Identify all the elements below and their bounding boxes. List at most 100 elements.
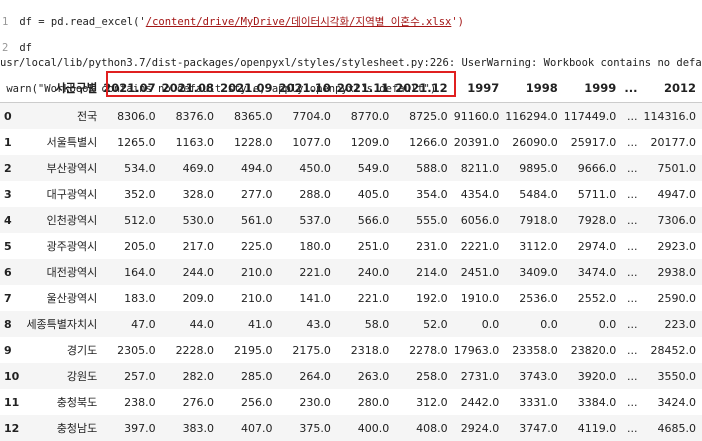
table-cell: 450.0: [278, 155, 337, 181]
table-cell: 352.0: [124, 187, 156, 201]
table-cell: 0.0: [453, 311, 506, 337]
table-cell: 0.0: [563, 311, 623, 337]
table-cell: 277.0: [240, 187, 273, 201]
table-cell: 285.0: [220, 363, 279, 389]
region-cell: 부산광역시: [25, 155, 104, 181]
table-row: 6 대전광역시 164.0 244.0 210.0 221.0 240.0 214.0 2451…: [0, 259, 702, 285]
file-path-link[interactable]: /content/drive/MyDrive/데이터시각화/지역별 이혼수.xl…: [146, 16, 452, 28]
column-header: 1997: [453, 74, 506, 103]
table-cell: 8725.0: [395, 102, 454, 129]
table-cell: 2195.0: [233, 343, 273, 357]
table-cell: 251.0: [357, 239, 390, 253]
table-cell: 1266.0: [409, 135, 448, 149]
table-cell: 530.0: [161, 207, 221, 233]
row-index: 1: [4, 135, 12, 149]
table-cell: 9895.0: [505, 155, 564, 181]
table-cell: 2305.0: [117, 343, 156, 357]
region-cell: 서울특별시: [46, 136, 98, 149]
table-cell: ...: [622, 102, 644, 129]
table-cell: 257.0: [103, 363, 162, 389]
table-cell: 2175.0: [292, 343, 331, 357]
table-cell: 383.0: [161, 415, 221, 441]
table-cell: 192.0: [416, 291, 448, 305]
table-cell: 6056.0: [453, 207, 506, 233]
table-row: 5 광주광역시 205.0 217.0 225.0 180.0 251.0 231.0 2221…: [0, 233, 702, 259]
column-header: 1998: [505, 74, 564, 103]
table-cell: 1265.0: [117, 135, 156, 149]
table-cell: 2974.0: [577, 239, 617, 253]
table-cell: ...: [626, 239, 638, 253]
table-cell: 244.0: [161, 259, 221, 285]
table-cell: 1163.0: [175, 135, 215, 149]
code-cell[interactable]: 1 df = pd.read_excel('/content/drive/MyD…: [0, 0, 702, 54]
table-cell: 210.0: [240, 291, 273, 305]
row-index: 4: [0, 207, 26, 233]
table-cell: 214.0: [395, 259, 454, 285]
table-cell: 2451.0: [453, 259, 506, 285]
region-cell: 대전광역시: [25, 259, 104, 285]
warning-line-1: usr/local/lib/python3.7/dist-packages/op…: [0, 57, 702, 69]
table-cell: ...: [626, 395, 638, 409]
table-cell: 238.0: [124, 395, 156, 409]
table-cell: 20391.0: [453, 135, 500, 149]
table-cell: 58.0: [336, 311, 396, 337]
table-cell: 4685.0: [643, 415, 702, 441]
table-cell: ...: [626, 135, 638, 149]
table-cell: 20177.0: [650, 135, 697, 149]
table-cell: ...: [626, 187, 638, 201]
table-cell: 5484.0: [519, 187, 558, 201]
table-cell: 3920.0: [563, 363, 623, 389]
table-row: 3 대구광역시 352.0 328.0 277.0 288.0 405.0 354.0 4354…: [0, 181, 702, 207]
table-cell: 512.0: [103, 207, 162, 233]
table-cell: 164.0: [103, 259, 162, 285]
code-text: '): [451, 16, 464, 28]
table-cell: 588.0: [395, 155, 454, 181]
table-row: 9 경기도 2305.0 2228.0 2195.0 2175.0 2318.0 2278.0…: [0, 337, 702, 363]
table-cell: ...: [626, 343, 638, 357]
column-header: 1999: [563, 74, 623, 103]
table-cell: 116294.0: [505, 102, 564, 129]
table-cell: 4947.0: [657, 187, 697, 201]
table-cell: ...: [622, 415, 644, 441]
table-row: 4 인천광역시 512.0 530.0 561.0 537.0 566.0 555.0 6056…: [0, 207, 702, 233]
table-cell: 23358.0: [512, 343, 558, 357]
table-cell: 2924.0: [453, 415, 506, 441]
region-cell: 대구광역시: [46, 188, 98, 201]
table-cell: ...: [626, 291, 638, 305]
table-cell: 256.0: [240, 395, 273, 409]
table-cell: 231.0: [416, 239, 448, 253]
table-cell: 566.0: [336, 207, 396, 233]
table-cell: 555.0: [395, 207, 454, 233]
table-cell: 2228.0: [175, 343, 215, 357]
table-cell: 276.0: [182, 395, 215, 409]
region-cell: 인천광역시: [25, 207, 104, 233]
row-index: 5: [4, 239, 12, 253]
table-cell: 2923.0: [657, 239, 697, 253]
table-cell: 494.0: [220, 155, 279, 181]
table-cell: 405.0: [357, 187, 390, 201]
table-cell: 7306.0: [643, 207, 702, 233]
column-header: 2021.12: [395, 74, 454, 103]
table-cell: 114316.0: [643, 102, 702, 129]
table-cell: 4354.0: [460, 187, 500, 201]
table-cell: 312.0: [416, 395, 448, 409]
line-number: 1: [2, 16, 9, 28]
column-header: 2021.09: [220, 74, 279, 103]
table-cell: 221.0: [357, 291, 390, 305]
table-cell: 17963.0: [453, 343, 500, 357]
table-row: 1 서울특별시 1265.0 1163.0 1228.0 1077.0 1209.0 1266…: [0, 129, 702, 155]
table-cell: 354.0: [416, 187, 448, 201]
table-cell: 221.0: [278, 259, 337, 285]
table-cell: 180.0: [299, 239, 331, 253]
table-cell: 549.0: [336, 155, 396, 181]
table-cell: 3550.0: [643, 363, 702, 389]
region-cell: 충청북도: [56, 396, 98, 409]
table-cell: 534.0: [103, 155, 162, 181]
table-cell: ...: [622, 311, 644, 337]
column-header: 2021.11: [336, 74, 396, 103]
table-cell: 91160.0: [453, 102, 506, 129]
table-cell: 8365.0: [220, 102, 279, 129]
row-index: 9: [4, 343, 12, 357]
table-cell: 1077.0: [292, 135, 331, 149]
table-cell: 47.0: [103, 311, 162, 337]
